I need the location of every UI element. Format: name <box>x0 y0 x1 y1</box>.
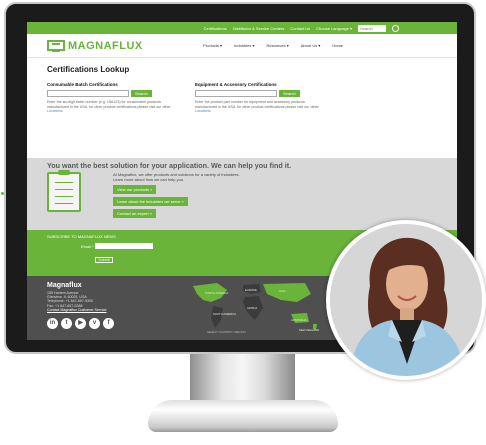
nav-industries[interactable]: Industries ▾ <box>234 43 254 48</box>
site-header: MAGNAFLUX Products ▾ Industries ▾ Resour… <box>27 34 457 58</box>
industries-button[interactable]: Learn about the industries we serve » <box>113 197 188 206</box>
nav-about[interactable]: About Us ▾ <box>301 43 321 48</box>
nav-home[interactable]: Home <box>332 43 343 48</box>
map-region-north-america[interactable]: NORTH AMERICA <box>205 291 228 295</box>
linkedin-icon[interactable]: in <box>47 318 58 330</box>
monitor-stand-base <box>148 400 338 432</box>
map-note: SELECT COUNTRY / REGION <box>207 330 246 334</box>
main-nav: Products ▾ Industries ▾ Resources ▾ Abou… <box>203 43 343 48</box>
equipment-locations-link[interactable]: Locations. <box>195 109 211 113</box>
map-region-australia[interactable]: AUSTRALIA <box>291 318 307 322</box>
equipment-help-text: Enter the product part number for equipm… <box>195 100 319 113</box>
equipment-heading: Equipment & Accessory Certifications <box>195 82 277 87</box>
nav-resources[interactable]: Resources ▾ <box>267 43 289 48</box>
consumable-search-button[interactable]: Search <box>131 90 152 97</box>
page-title: Certifications Lookup <box>47 65 130 74</box>
youtube-icon[interactable]: ▶ <box>75 318 86 330</box>
promo-banner: You want the best solution for your appl… <box>27 158 457 230</box>
nav-link-distributors[interactable]: Distributor & Service Centers <box>233 26 285 31</box>
equipment-section: Equipment & Accessory Certifications Sea… <box>195 82 319 114</box>
search-icon[interactable] <box>392 24 399 32</box>
map-region-asia[interactable]: ASIA <box>279 289 285 293</box>
promo-heading: You want the best solution for your appl… <box>47 161 292 170</box>
promo-text: At Magnaflux, we offer products and solu… <box>113 172 240 218</box>
batch-number-input[interactable] <box>47 90 129 97</box>
email-field[interactable] <box>95 243 153 249</box>
consumable-heading: Consumable Batch Certifications <box>47 82 118 87</box>
language-select[interactable]: Choose Language ▾ <box>316 26 352 31</box>
clipboard-checklist-icon <box>47 170 81 212</box>
utility-nav: Certifications Distributor & Service Cen… <box>27 22 457 34</box>
map-region-south-america[interactable]: SOUTH AMERICA <box>213 312 236 316</box>
view-products-button[interactable]: View our products » <box>113 185 157 194</box>
nav-link-certifications[interactable]: Certifications <box>204 26 227 31</box>
map-region-europe[interactable]: EUROPE <box>245 288 257 292</box>
submit-button[interactable]: Submit <box>95 257 113 263</box>
certifications-lookup: Certifications Lookup Consumable Batch C… <box>27 58 457 158</box>
portrait-graphic <box>330 224 482 376</box>
world-map[interactable]: NORTH AMERICA EUROPE ASIA SOUTH AMERICA … <box>187 280 327 335</box>
nav-products[interactable]: Products ▾ <box>203 43 222 48</box>
consumable-locations-link[interactable]: Locations. <box>47 109 63 113</box>
equipment-search-button[interactable]: Search <box>279 90 300 97</box>
consumable-section: Consumable Batch Certifications Search E… <box>47 82 171 114</box>
map-region-new-zealand[interactable]: NEW ZEALAND <box>299 328 319 332</box>
map-region-africa[interactable]: AFRICA <box>247 306 257 310</box>
twitter-icon[interactable]: t <box>61 318 72 330</box>
part-number-input[interactable] <box>195 90 277 97</box>
vimeo-icon[interactable]: v <box>89 318 100 330</box>
email-label: Email * <box>81 244 94 249</box>
person-portrait <box>326 220 486 380</box>
consumable-help-text: Enter the six-digit batch number (e.g. 1… <box>47 100 171 113</box>
brand-name[interactable]: MAGNAFLUX <box>68 40 143 52</box>
contact-expert-button[interactable]: Contact an expert » <box>113 209 156 218</box>
monitor-stand-neck <box>190 354 295 406</box>
nav-link-contact[interactable]: Contact Us <box>290 26 310 31</box>
site-search-input[interactable]: Search <box>358 24 386 32</box>
magnaflux-logo-icon[interactable] <box>47 40 65 52</box>
facebook-icon[interactable]: f <box>103 318 114 330</box>
